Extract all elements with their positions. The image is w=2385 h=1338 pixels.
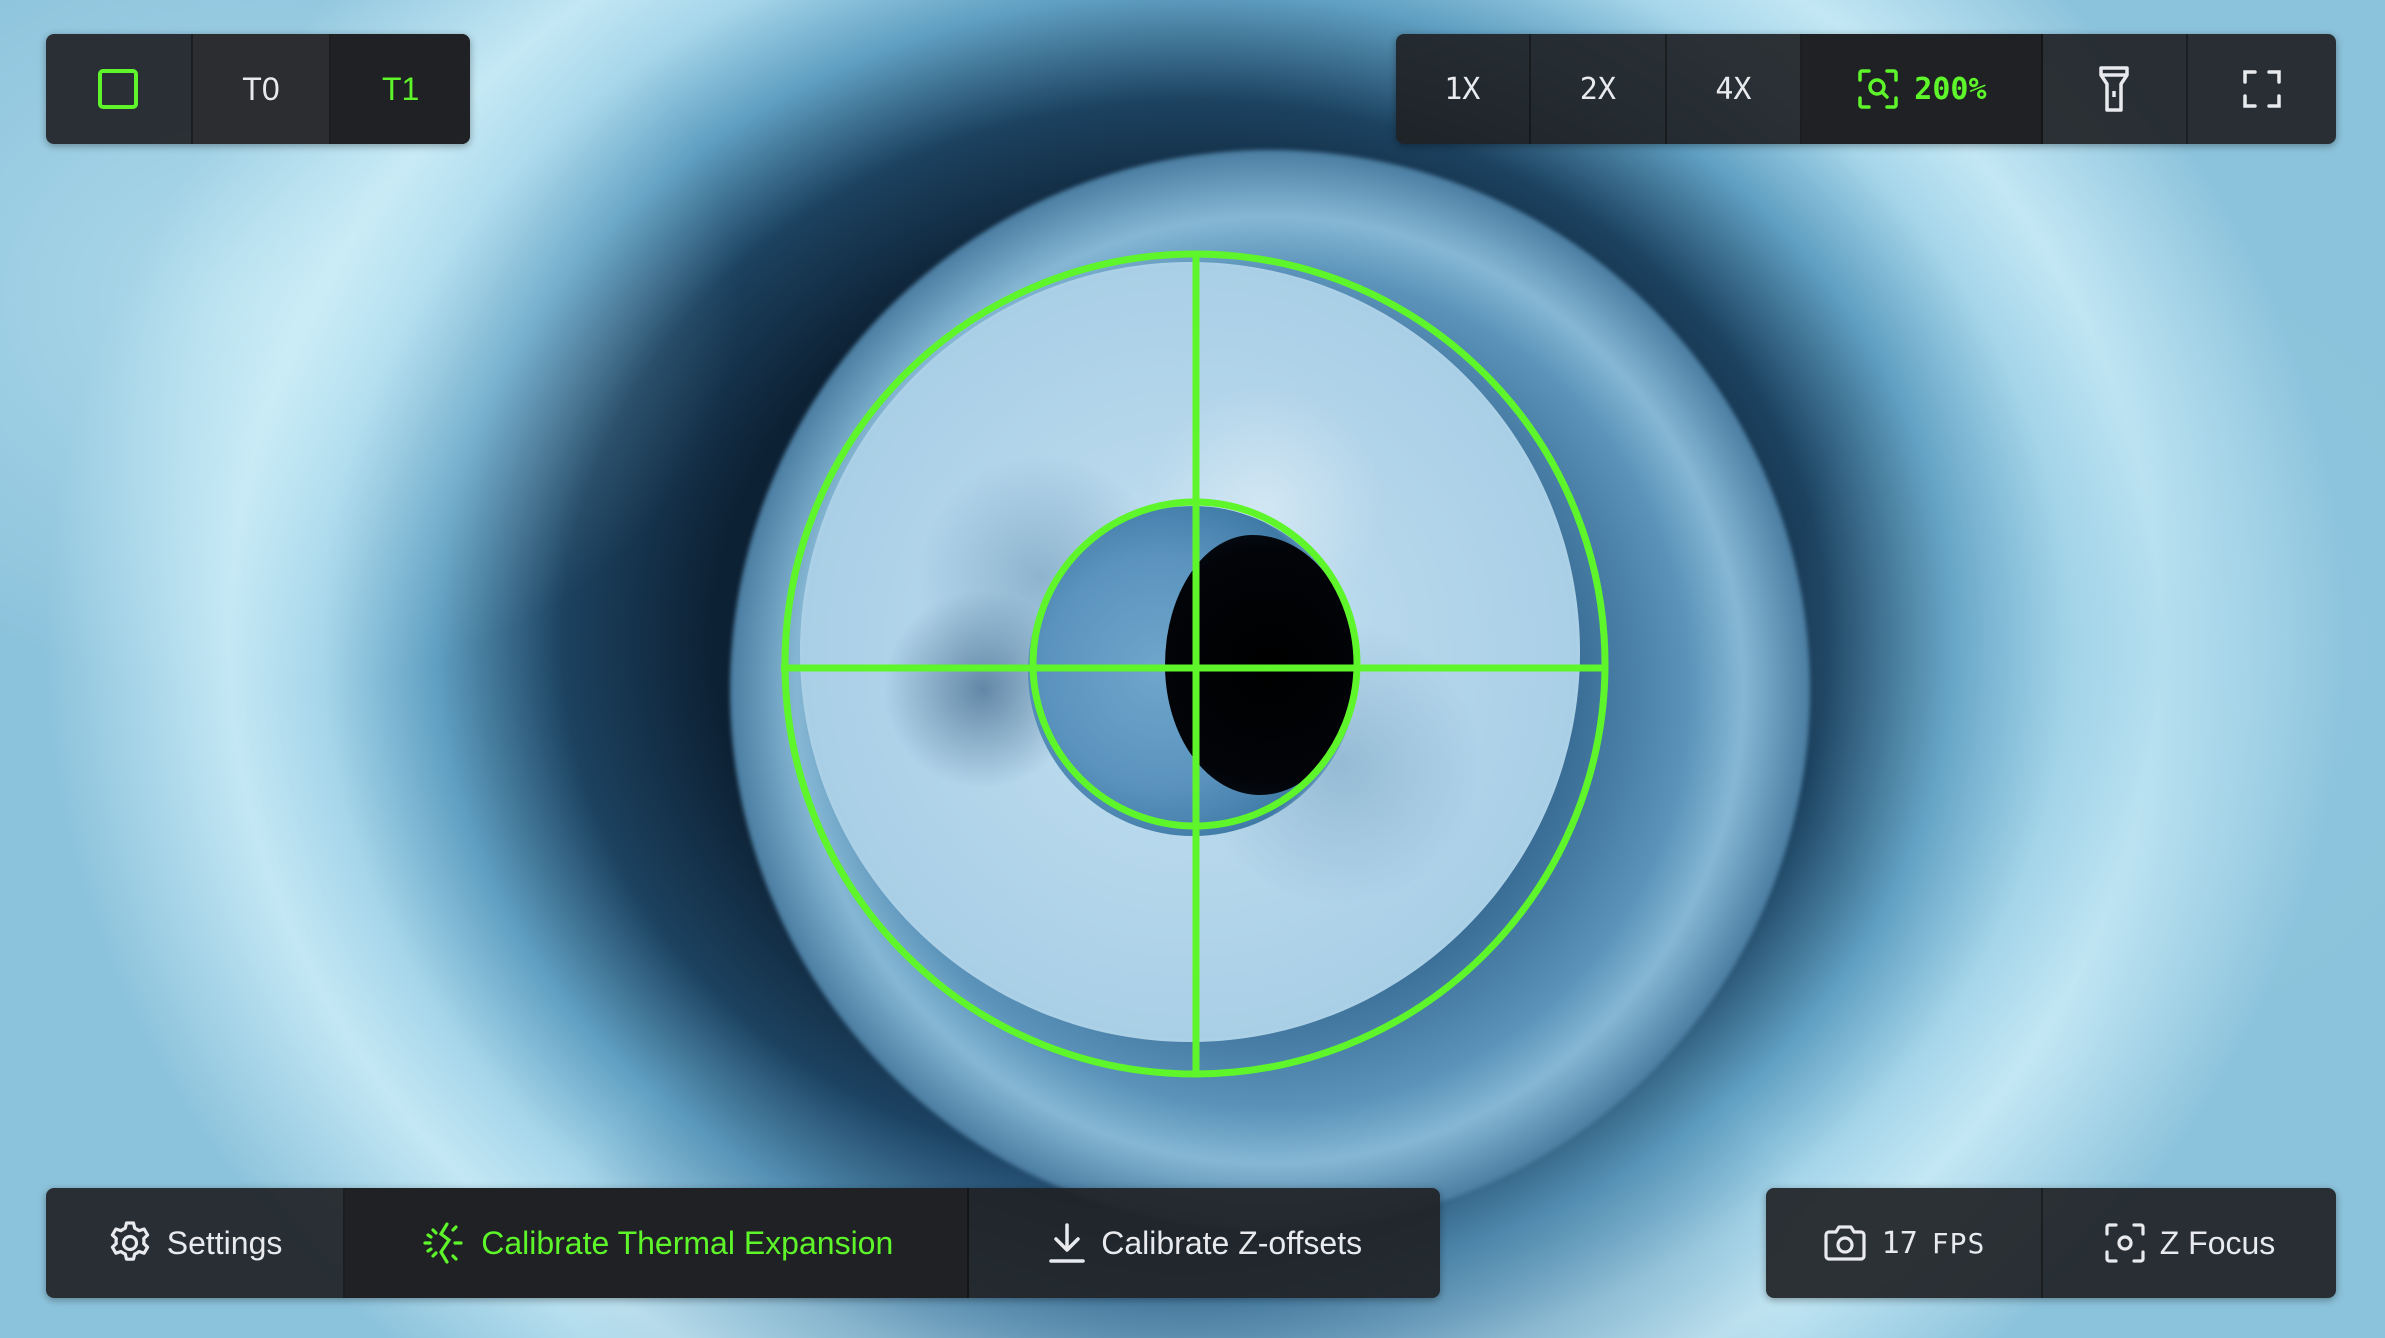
- camera-fps-button[interactable]: 17 FPS: [1766, 1188, 2044, 1298]
- zoom-4x-label: 4X: [1715, 71, 1752, 107]
- settings-label: Settings: [166, 1224, 283, 1261]
- z-focus-button[interactable]: Z Focus: [2043, 1188, 2336, 1298]
- zoom-level-label: 200%: [1914, 71, 1987, 107]
- light-toggle-button[interactable]: [2043, 34, 2188, 144]
- camera-feed: [0, 0, 2385, 1338]
- zoom-2x-label: 2X: [1579, 71, 1616, 107]
- download-icon: [1049, 1223, 1085, 1263]
- gear-icon: [110, 1221, 149, 1261]
- zoom-scan-icon: [1858, 69, 1899, 109]
- calibrate-thermal-label: Calibrate Thermal Expansion: [481, 1224, 894, 1261]
- zoom-2x-button[interactable]: 2X: [1531, 34, 1668, 144]
- z-focus-label: Z Focus: [2159, 1224, 2276, 1261]
- square-icon: [98, 69, 139, 109]
- camera-icon: [1824, 1225, 1866, 1261]
- calibrate-z-offsets-label: Calibrate Z-offsets: [1101, 1224, 1363, 1261]
- zoom-custom-button[interactable]: 200%: [1801, 34, 2044, 144]
- tool-t1-button[interactable]: T1: [331, 34, 470, 144]
- calibrate-z-offsets-button[interactable]: Calibrate Z-offsets: [969, 1188, 1440, 1298]
- thermal-calibration-icon: [423, 1222, 463, 1264]
- fullscreen-icon: [2243, 70, 2281, 108]
- calibrate-thermal-button[interactable]: Calibrate Thermal Expansion: [345, 1188, 970, 1298]
- focus-icon: [2105, 1223, 2145, 1263]
- fps-unit: FPS: [1931, 1226, 1986, 1260]
- camera-status-panel: 17 FPS Z Focus: [1766, 1188, 2336, 1298]
- tool-selector-panel: T0 T1: [46, 34, 470, 144]
- light-icon: [2099, 66, 2130, 112]
- crosshair-reticle: [781, 250, 1609, 1078]
- tool-t0-label: T0: [242, 70, 280, 107]
- tool-t0-button[interactable]: T0: [192, 34, 332, 144]
- zoom-panel: 1X 2X 4X 200%: [1396, 34, 2336, 144]
- calibration-panel: Settings Calibrate Thermal Expansion Cal…: [46, 1188, 1440, 1298]
- select-tool-button[interactable]: [46, 34, 193, 144]
- tool-t1-label: T1: [381, 70, 420, 107]
- zoom-4x-button[interactable]: 4X: [1667, 34, 1802, 144]
- settings-button[interactable]: Settings: [46, 1188, 346, 1298]
- zoom-1x-label: 1X: [1444, 71, 1481, 107]
- fps-value: 17: [1881, 1225, 1918, 1261]
- fullscreen-button[interactable]: [2188, 34, 2336, 144]
- zoom-1x-button[interactable]: 1X: [1396, 34, 1531, 144]
